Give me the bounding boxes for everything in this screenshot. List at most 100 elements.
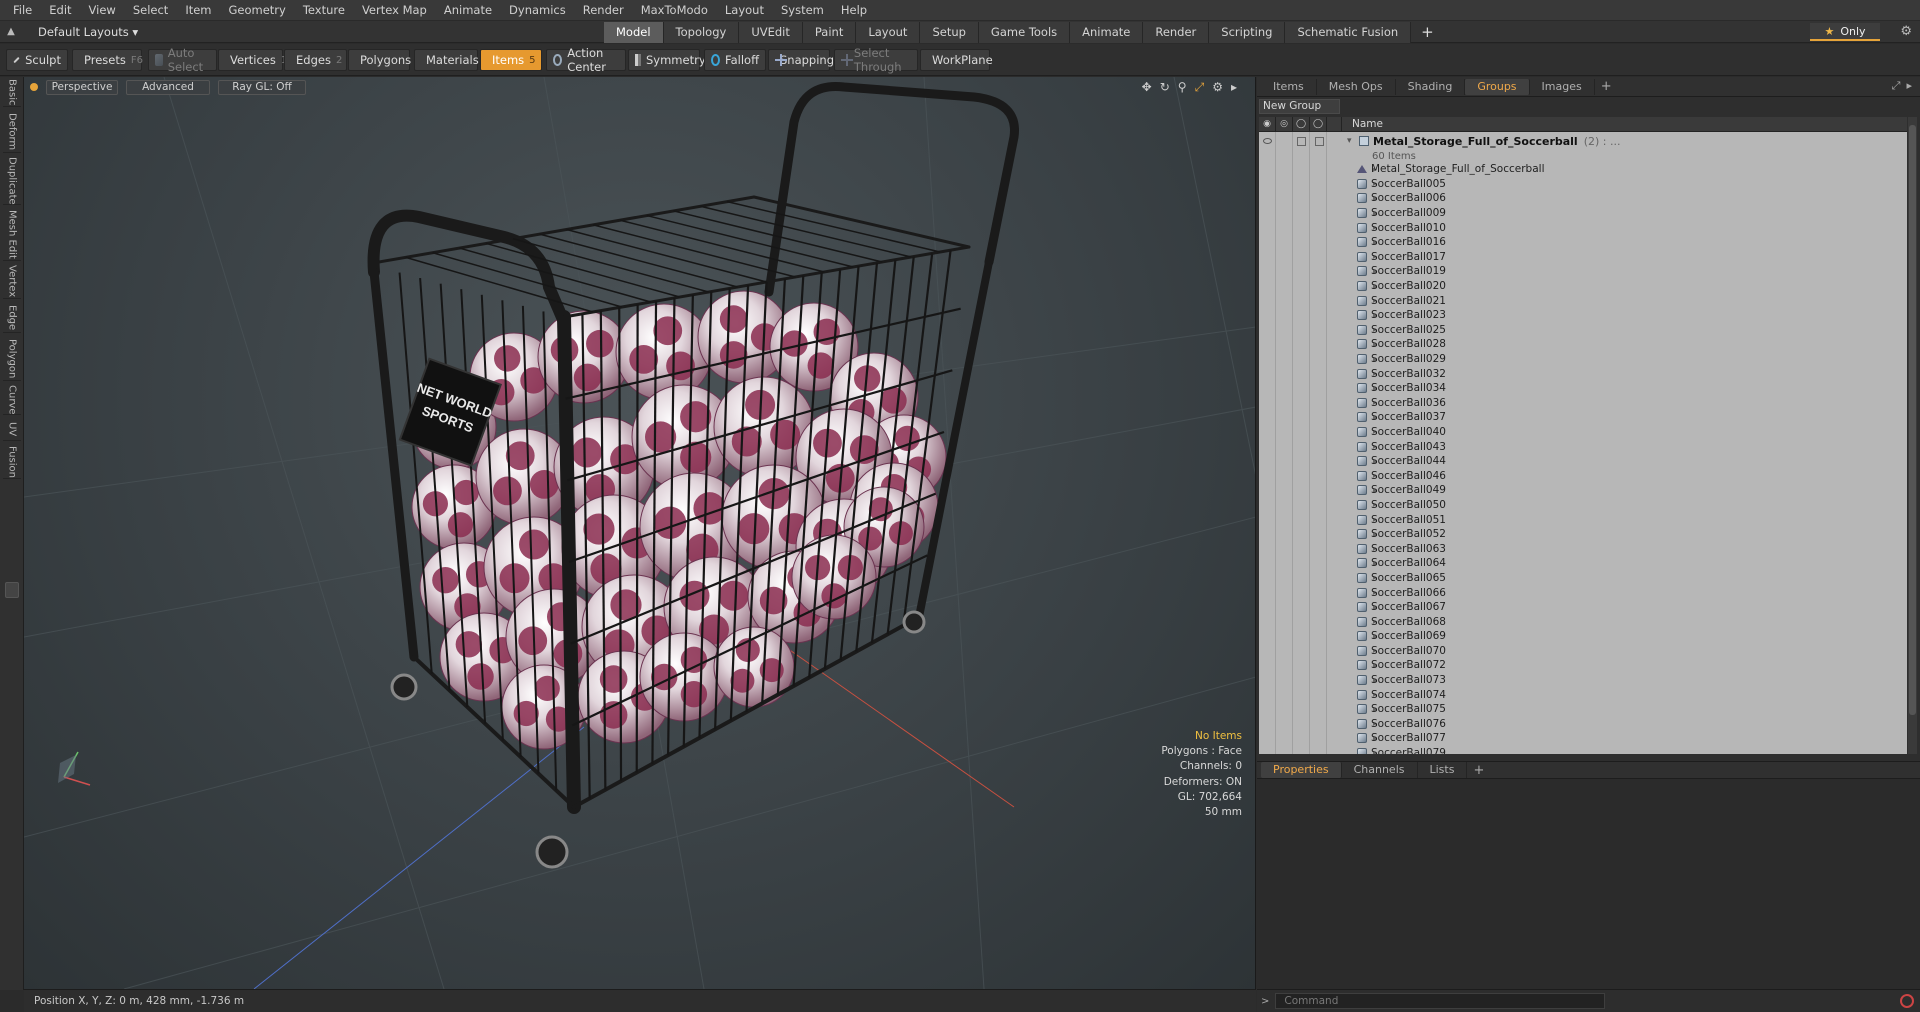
list-item[interactable]: ▸ SoccerBall050	[1259, 497, 1907, 513]
action-center-button[interactable]: Action Center	[546, 46, 626, 74]
list-item[interactable]: ▸ SoccerBall009	[1259, 205, 1907, 221]
tab-schematic-fusion[interactable]: Schematic Fusion	[1285, 22, 1412, 43]
items-button[interactable]: Items 5	[480, 49, 542, 71]
tab-render[interactable]: Render	[1143, 22, 1210, 43]
groups-scrollbar[interactable]	[1908, 117, 1917, 754]
list-item[interactable]: ▸ SoccerBall052	[1259, 526, 1907, 542]
list-item[interactable]: ▸ SoccerBall021	[1259, 293, 1907, 308]
lock-column-icon[interactable]: ◯	[1293, 117, 1310, 132]
list-item[interactable]: ▸ SoccerBall072	[1259, 658, 1907, 673]
list-item[interactable]: ▸ SoccerBall065	[1259, 570, 1907, 586]
polygons-button[interactable]: Polygons	[348, 49, 411, 71]
left-tab-fusion[interactable]: Fusion	[3, 445, 21, 479]
layout-selector[interactable]: Default Layouts ▾	[22, 25, 148, 39]
menu-texture[interactable]: Texture	[296, 0, 355, 21]
vertices-button[interactable]: Vertices 1	[218, 49, 287, 71]
strip-toggle-button[interactable]	[5, 582, 19, 598]
menu-layout[interactable]: Layout	[718, 0, 774, 21]
list-item[interactable]: ▸ SoccerBall070	[1259, 643, 1907, 659]
menu-file[interactable]: File	[6, 0, 42, 21]
group-expand-icon[interactable]: ▾	[1347, 136, 1352, 146]
list-item[interactable]: ▸ SoccerBall028	[1259, 337, 1907, 352]
panel-tab-shading[interactable]: Shading	[1396, 78, 1466, 95]
left-tab-polygon[interactable]: Polygon	[3, 337, 21, 381]
list-item[interactable]: ▸ SoccerBall032	[1259, 366, 1907, 381]
panel-tab-lists[interactable]: Lists	[1418, 762, 1468, 778]
tab-model[interactable]: Model	[604, 22, 664, 43]
menu-item[interactable]: Item	[178, 0, 221, 21]
list-item[interactable]: ▸ SoccerBall036	[1259, 395, 1907, 411]
3d-viewport[interactable]: NET WORLD SPORTS Perspective Advanced Ra…	[24, 77, 1256, 989]
command-history-icon[interactable]: >	[1261, 996, 1269, 1007]
command-input[interactable]: Command	[1275, 993, 1606, 1009]
command-run-icon[interactable]	[1900, 994, 1914, 1008]
left-tab-duplicate[interactable]: Duplicate	[3, 157, 21, 205]
fit-view-icon[interactable]: ⤢	[1195, 80, 1205, 95]
list-item[interactable]: ▸ SoccerBall043	[1259, 439, 1907, 454]
list-item[interactable]: ▸ SoccerBall074	[1259, 687, 1907, 702]
zoom-view-icon[interactable]: ⚲	[1178, 80, 1187, 95]
gear-icon[interactable]: ⚙	[1900, 24, 1912, 39]
menu-render[interactable]: Render	[576, 0, 634, 21]
list-item[interactable]: ▸ SoccerBall044	[1259, 453, 1907, 469]
add-tab-button[interactable]: +	[1411, 21, 1444, 43]
tab-scripting[interactable]: Scripting	[1209, 22, 1286, 43]
list-item[interactable]: ▸ SoccerBall016	[1259, 234, 1907, 250]
list-item[interactable]: ▸ SoccerBall069	[1259, 629, 1907, 644]
sculpt-button[interactable]: Sculpt	[6, 49, 68, 71]
list-item[interactable]: ▸ SoccerBall077	[1259, 731, 1907, 746]
raygl-button[interactable]: Ray GL: Off	[218, 79, 306, 95]
list-item[interactable]: ▸ SoccerBall063	[1259, 541, 1907, 557]
new-group-button[interactable]: New Group	[1259, 99, 1340, 114]
tab-animate[interactable]: Animate	[1070, 22, 1144, 43]
panel-tab-items[interactable]: Items	[1261, 78, 1317, 95]
left-tab-uv[interactable]: UV	[3, 419, 21, 441]
list-item[interactable]: ▸ SoccerBall066	[1259, 585, 1907, 600]
list-item[interactable]: ▸ SoccerBall034	[1259, 380, 1907, 396]
viewport-menu-dot[interactable]	[30, 83, 38, 91]
snapping-button[interactable]: Snapping	[768, 49, 834, 71]
presets-button[interactable]: Presets F6	[72, 49, 143, 71]
tab-topology[interactable]: Topology	[663, 22, 740, 43]
list-item[interactable]: ▸ SoccerBall025	[1259, 322, 1907, 338]
tab-game-tools[interactable]: Game Tools	[978, 22, 1071, 43]
left-tab-basic[interactable]: Basic	[3, 79, 21, 107]
auto-select-button[interactable]: Auto Select	[148, 46, 217, 74]
groups-list[interactable]: ◉ ◎ ◯ ◯ Name ▾ Metal_Storage_Full_of_Soc…	[1259, 117, 1907, 754]
add-panel-tab-button[interactable]: +	[1595, 79, 1618, 94]
tab-layout[interactable]: Layout	[856, 22, 921, 43]
falloff-button[interactable]: Falloff	[704, 49, 766, 71]
list-item[interactable]: ▸ SoccerBall075	[1259, 701, 1907, 717]
select-through-button[interactable]: Select Through	[834, 46, 918, 74]
name-column-header[interactable]: Name	[1342, 118, 1383, 130]
panel-tab-properties[interactable]: Properties	[1261, 762, 1342, 778]
group-row[interactable]: ▾ Metal_Storage_Full_of_Soccerball (2) :…	[1259, 132, 1907, 150]
list-item[interactable]: ▸ SoccerBall076	[1259, 716, 1907, 732]
panel-tab-groups[interactable]: Groups	[1465, 78, 1530, 95]
symmetry-button[interactable]: Symmetry	[628, 49, 706, 71]
menu-edit[interactable]: Edit	[42, 0, 81, 21]
left-tab-curve[interactable]: Curve	[3, 385, 21, 415]
list-item[interactable]: ▸ SoccerBall064	[1259, 556, 1907, 571]
view-mode-button[interactable]: Perspective	[46, 79, 118, 95]
layout-arrow-icon[interactable]: ▲	[0, 21, 22, 43]
select-column-icon[interactable]: ◯	[1310, 117, 1327, 132]
tab-setup[interactable]: Setup	[920, 22, 979, 43]
left-tab-mesh-edit[interactable]: Mesh Edit	[3, 209, 21, 261]
rotate-view-icon[interactable]: ↻	[1160, 80, 1170, 95]
menu-vertex-map[interactable]: Vertex Map	[355, 0, 437, 21]
shading-mode-button[interactable]: Advanced	[126, 79, 210, 95]
list-item[interactable]: ▸ SoccerBall079	[1259, 745, 1907, 754]
list-item[interactable]: ▸ SoccerBall073	[1259, 672, 1907, 688]
edges-button[interactable]: Edges 2	[284, 49, 347, 71]
tab-paint[interactable]: Paint	[802, 22, 857, 43]
viewport-expand-icon[interactable]: ▸	[1231, 80, 1237, 95]
list-item[interactable]: ▸ SoccerBall051	[1259, 512, 1907, 527]
menu-help[interactable]: Help	[834, 0, 877, 21]
left-tab-deform[interactable]: Deform	[3, 111, 21, 153]
menu-select[interactable]: Select	[126, 0, 178, 21]
panel-tab-channels[interactable]: Channels	[1342, 762, 1418, 778]
list-item[interactable]: ▸ SoccerBall019	[1259, 264, 1907, 279]
list-item[interactable]: ▸ SoccerBall006	[1259, 191, 1907, 206]
list-item[interactable]: ▸ SoccerBall046	[1259, 468, 1907, 484]
